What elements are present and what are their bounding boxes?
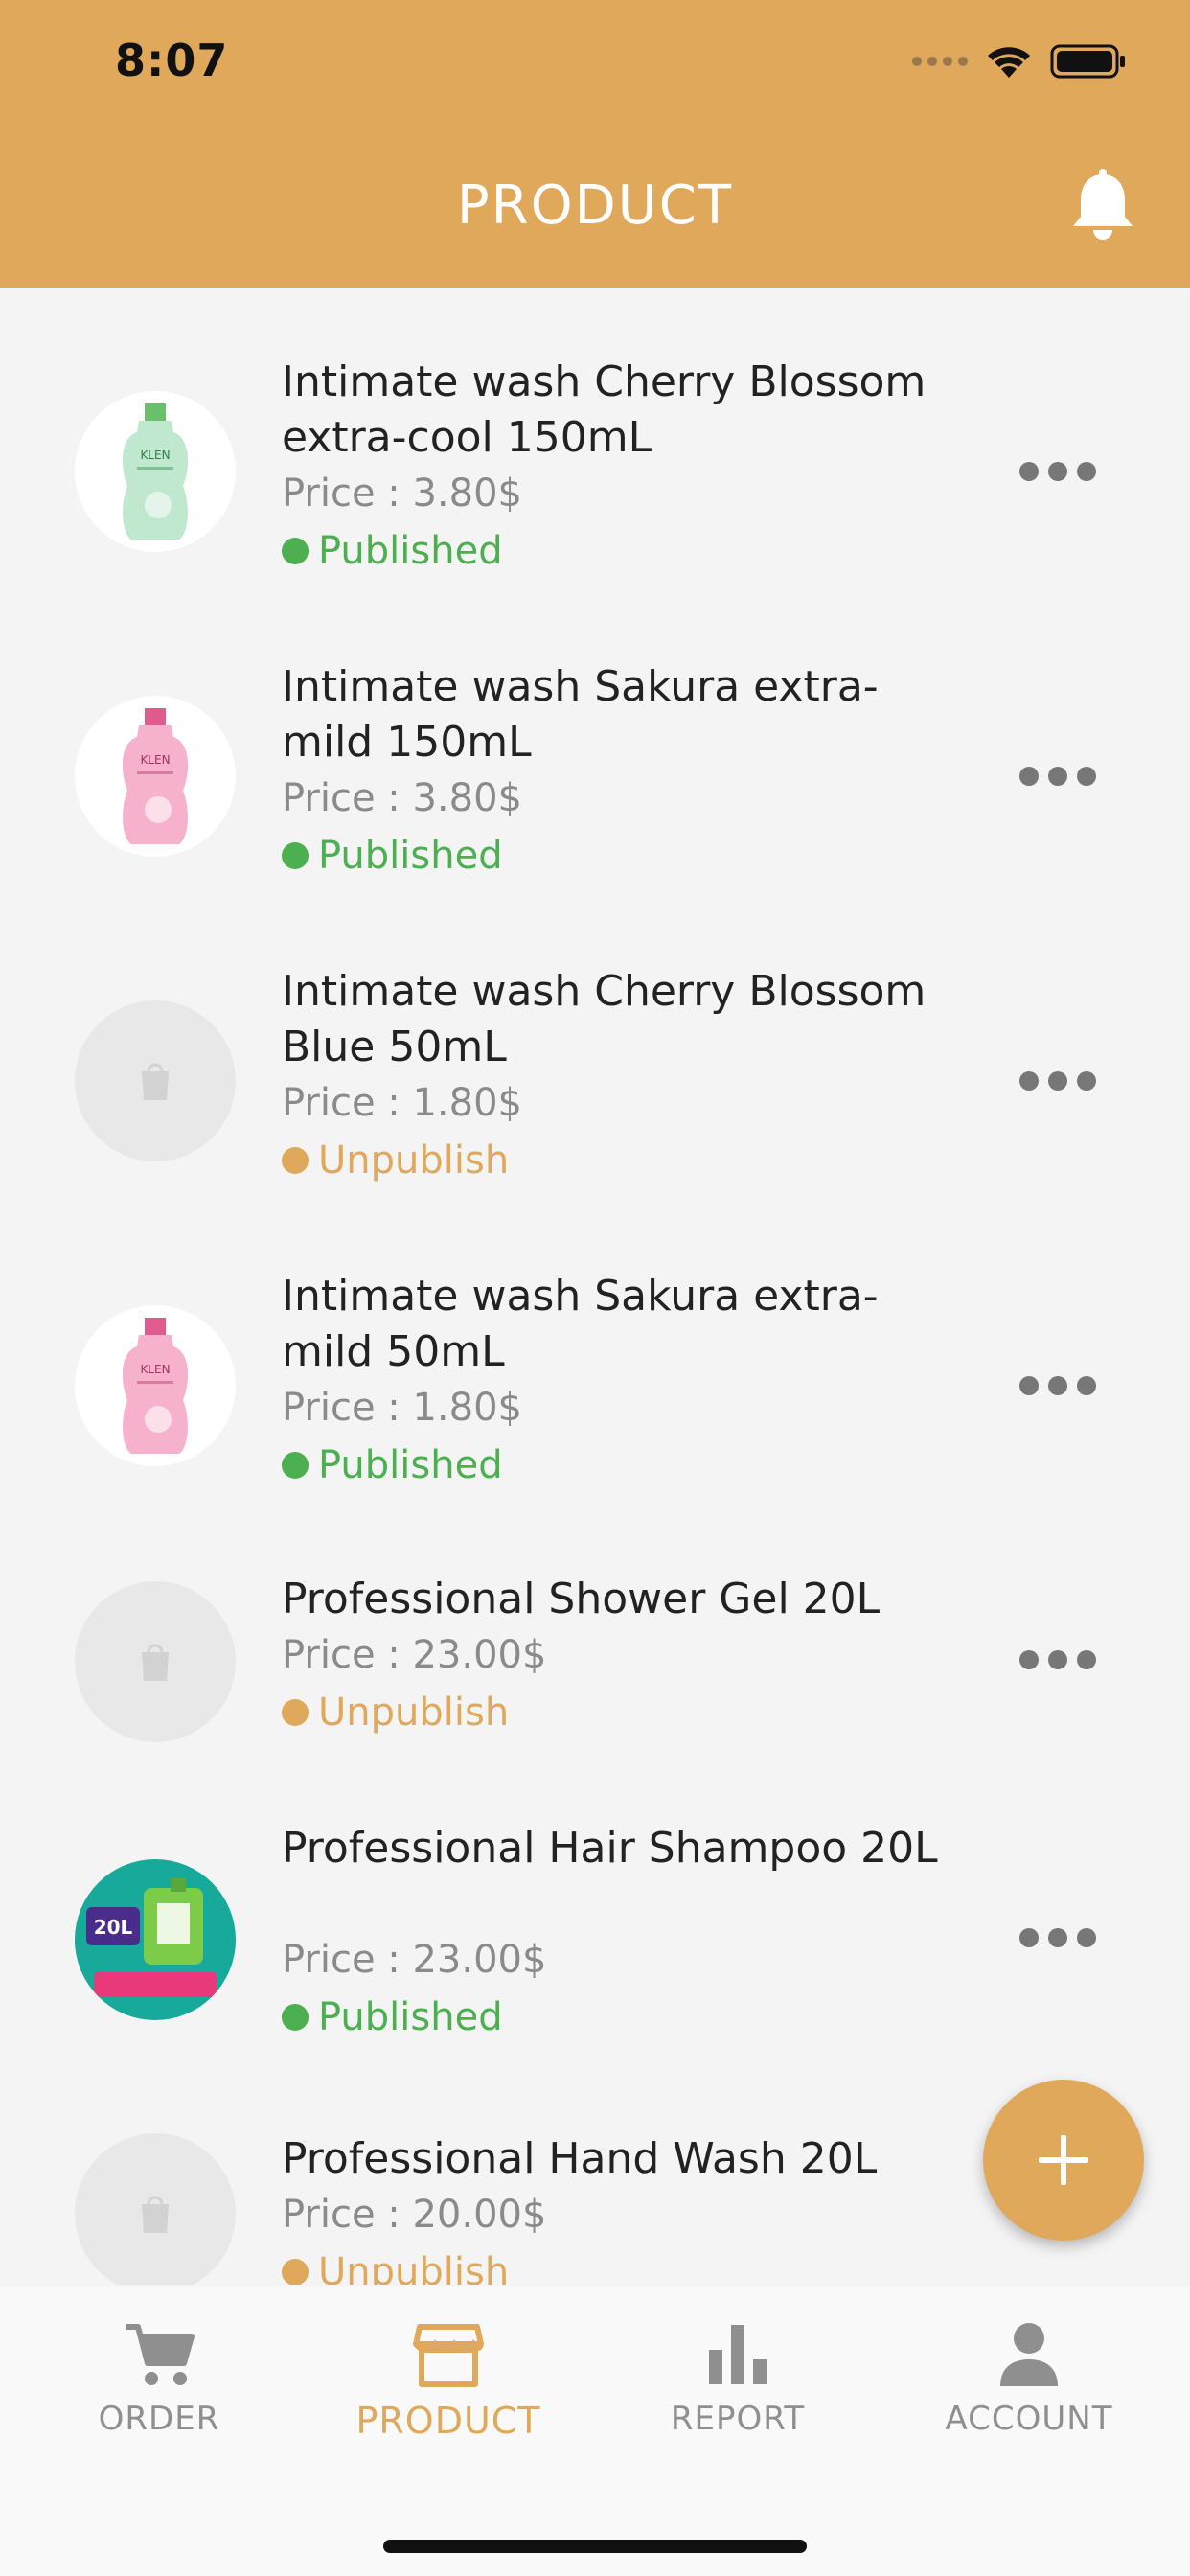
bottom-tab-bar: ORDER PRODUCT REPORT ACCOUNT bbox=[0, 2287, 1190, 2576]
size-label: 20L bbox=[94, 1916, 133, 1939]
product-price: Price : 1.80$ bbox=[282, 1081, 522, 1125]
placeholder-bag-icon bbox=[75, 2133, 236, 2285]
product-name: Professional Hair Shampoo 20L bbox=[282, 1824, 938, 1873]
product-thumbnail: 20L bbox=[75, 1859, 236, 2020]
more-options-icon[interactable] bbox=[1019, 1062, 1096, 1100]
tab-account[interactable]: ACCOUNT bbox=[914, 2321, 1144, 2438]
status-text: Published bbox=[318, 1995, 503, 2039]
tab-report[interactable]: REPORT bbox=[623, 2321, 853, 2438]
product-name: Intimate wash Cherry Blossom Blue 50mL bbox=[282, 967, 927, 1071]
product-price: Price : 23.00$ bbox=[282, 1938, 547, 1982]
tab-product[interactable]: PRODUCT bbox=[333, 2321, 563, 2442]
status-badge: Published bbox=[282, 1995, 503, 2039]
store-icon bbox=[413, 2324, 484, 2387]
more-options-icon[interactable] bbox=[1019, 757, 1096, 795]
status-text: Unpublish bbox=[318, 2250, 510, 2285]
product-name: Intimate wash Sakura extra-mild 150mL bbox=[282, 662, 879, 767]
plus-icon bbox=[1039, 2135, 1088, 2185]
status-time: 8:07 bbox=[115, 34, 229, 86]
tab-label: REPORT bbox=[670, 2400, 806, 2438]
bell-icon[interactable] bbox=[1069, 169, 1136, 243]
add-product-button[interactable] bbox=[983, 2080, 1144, 2241]
product-name: Professional Hand Wash 20L bbox=[282, 2134, 878, 2183]
product-price: Price : 1.80$ bbox=[282, 1386, 522, 1430]
product-price: Price : 3.80$ bbox=[282, 776, 522, 820]
tab-label: PRODUCT bbox=[355, 2400, 541, 2442]
wifi-icon bbox=[988, 47, 1030, 78]
status-text: Published bbox=[318, 1443, 503, 1487]
product-name: Intimate wash Cherry Blossom extra-cool … bbox=[282, 357, 927, 462]
tab-order[interactable]: ORDER bbox=[44, 2321, 274, 2438]
brand-label: KLEN bbox=[140, 753, 170, 767]
status-badge: Published bbox=[282, 1443, 503, 1487]
signal-icon bbox=[912, 57, 968, 66]
brand-label: KLEN bbox=[140, 1363, 170, 1376]
tab-label: ORDER bbox=[98, 2400, 220, 2438]
more-options-icon[interactable] bbox=[1019, 1919, 1096, 1957]
status-badge: Published bbox=[282, 834, 503, 878]
more-options-icon[interactable] bbox=[1019, 1641, 1096, 1679]
brand-label: KLEN bbox=[140, 448, 170, 462]
status-badge: Unpublish bbox=[282, 1690, 509, 1735]
product-name: Professional Shower Gel 20L bbox=[282, 1575, 881, 1623]
status-badge: Unpublish bbox=[282, 2250, 509, 2285]
product-list[interactable]: KLEN Intimate wash Cherry Blossom extra-… bbox=[0, 289, 1190, 2285]
status-text: Published bbox=[318, 529, 503, 573]
battery-icon bbox=[1050, 44, 1125, 79]
more-options-icon[interactable] bbox=[1019, 1367, 1096, 1405]
page-title: PRODUCT bbox=[456, 174, 734, 237]
status-text: Unpublish bbox=[318, 1690, 510, 1735]
placeholder-bag-icon bbox=[75, 1581, 236, 1742]
product-thumbnail: KLEN bbox=[75, 696, 236, 857]
status-text: Unpublish bbox=[318, 1138, 510, 1183]
home-indicator[interactable] bbox=[383, 2540, 807, 2553]
product-name: Intimate wash Sakura extra-mild 50mL bbox=[282, 1272, 879, 1376]
product-price: Price : 20.00$ bbox=[282, 2193, 547, 2237]
status-badge: Unpublish bbox=[282, 1138, 509, 1183]
status-text: Published bbox=[318, 834, 503, 878]
status-icons bbox=[912, 42, 1127, 80]
product-price: Price : 3.80$ bbox=[282, 472, 522, 516]
placeholder-bag-icon bbox=[75, 1000, 236, 1162]
cart-icon bbox=[126, 2324, 195, 2385]
bar-chart-icon bbox=[709, 2325, 767, 2384]
tab-label: ACCOUNT bbox=[945, 2400, 1113, 2438]
product-thumbnail: KLEN bbox=[75, 1305, 236, 1466]
person-icon bbox=[1000, 2323, 1058, 2386]
status-badge: Published bbox=[282, 529, 503, 573]
app-header: 8:07 PRODUCT bbox=[0, 0, 1190, 288]
product-price: Price : 23.00$ bbox=[282, 1633, 547, 1677]
more-options-icon[interactable] bbox=[1019, 452, 1096, 491]
product-thumbnail: KLEN bbox=[75, 391, 236, 552]
